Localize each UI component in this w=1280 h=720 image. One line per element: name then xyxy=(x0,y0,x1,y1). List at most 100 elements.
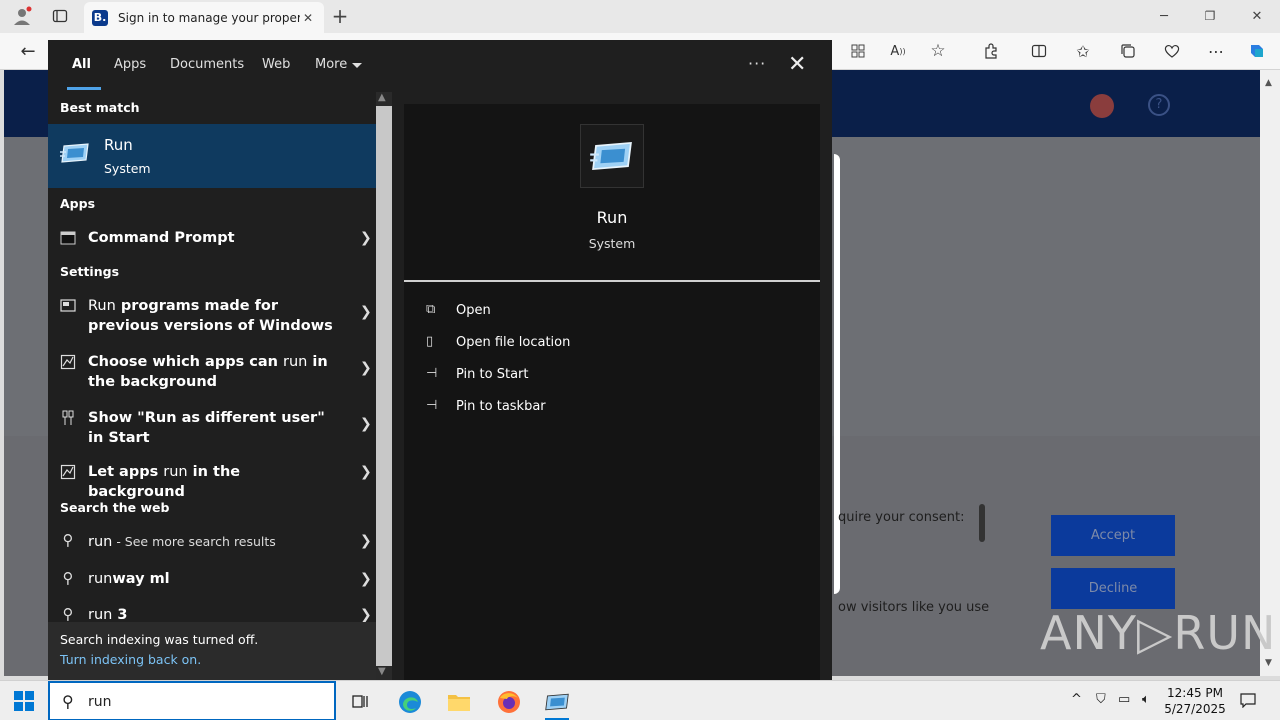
divider xyxy=(404,280,820,282)
copilot-icon[interactable] xyxy=(1245,40,1269,62)
command-prompt-icon xyxy=(60,231,76,245)
pin-icon: ⊣ xyxy=(426,398,438,413)
new-tab-icon[interactable]: + xyxy=(328,4,352,28)
open-icon: ⧉ xyxy=(426,302,436,317)
page-scrollbar[interactable]: ▲ ▼ xyxy=(1260,70,1280,676)
visitors-text: ow visitors like you use xyxy=(838,600,990,615)
chevron-right-icon[interactable]: ❯ xyxy=(360,464,372,480)
more-options-icon[interactable]: ··· xyxy=(748,54,766,73)
read-aloud-icon[interactable]: A)) xyxy=(886,40,910,62)
firefox-icon[interactable] xyxy=(491,685,527,719)
chevron-right-icon[interactable]: ❯ xyxy=(360,304,372,320)
list-item-command-prompt[interactable]: Command Prompt ❯ xyxy=(48,222,376,254)
scroll-up-icon[interactable]: ▲ xyxy=(1265,78,1272,88)
list-item-web-run-3[interactable]: ⚲ run 3 ❯ xyxy=(48,598,376,622)
best-match-run[interactable]: Run System xyxy=(48,124,376,188)
split-screen-icon[interactable] xyxy=(1027,40,1051,62)
system-clock[interactable]: 12:45 PM 5/27/2025 xyxy=(1160,685,1230,717)
file-explorer-icon[interactable] xyxy=(441,685,477,719)
list-item-label: programs made for previous versions of W… xyxy=(88,298,333,334)
search-input[interactable]: run xyxy=(88,694,112,710)
action-label: Pin to Start xyxy=(456,367,529,382)
action-label: Open file location xyxy=(456,335,571,350)
clock-date: 5/27/2025 xyxy=(1164,702,1226,716)
list-item-label: run xyxy=(88,607,113,622)
tab-more[interactable]: More xyxy=(315,57,347,72)
detail-title: Run xyxy=(596,208,628,227)
indexing-notice-text: Search indexing was turned off. xyxy=(60,632,259,647)
tab-apps[interactable]: Apps xyxy=(114,57,146,72)
tab-all[interactable]: All xyxy=(72,57,91,72)
list-item-label: Run xyxy=(88,298,116,314)
tab-actions-icon[interactable] xyxy=(48,5,72,27)
close-tab-icon[interactable]: ✕ xyxy=(300,11,316,25)
anyrun-watermark: ANY▷RUN xyxy=(1040,606,1277,660)
app-available-icon[interactable] xyxy=(846,40,870,62)
scroll-down-icon[interactable]: ▼ xyxy=(378,666,386,677)
list-item-web-run[interactable]: ⚲ run - See more search results ❯ xyxy=(48,524,376,558)
run-taskbar-icon[interactable] xyxy=(539,685,575,720)
list-item-label: way ml xyxy=(112,571,170,587)
chevron-right-icon[interactable]: ❯ xyxy=(360,416,372,432)
accept-button[interactable]: Accept xyxy=(1051,515,1175,556)
extensions-icon[interactable] xyxy=(979,40,1003,62)
background-apps-icon xyxy=(60,354,76,370)
taskbar-search-box[interactable]: ⚲ run xyxy=(48,681,336,720)
browser-essentials-icon[interactable] xyxy=(1160,40,1184,62)
start-search-panel: All Apps Documents Web More ··· ✕ Best m… xyxy=(48,40,832,680)
list-item-setting-let-apps-run[interactable]: Let apps run in the background ❯ xyxy=(48,456,376,500)
tab-documents[interactable]: Documents xyxy=(170,57,244,72)
security-icon[interactable]: ⛉ xyxy=(1096,692,1106,707)
chevron-right-icon[interactable]: ❯ xyxy=(360,230,372,246)
task-view-icon[interactable] xyxy=(342,685,378,719)
best-match-header: Best match xyxy=(60,100,140,115)
search-icon: ⚲ xyxy=(62,605,74,622)
restore-icon[interactable]: ❐ xyxy=(1198,5,1222,27)
profile-icon[interactable] xyxy=(10,5,34,27)
minimize-icon[interactable]: ─ xyxy=(1152,5,1176,27)
start-settings-icon xyxy=(62,410,74,425)
chevron-right-icon[interactable]: ❯ xyxy=(360,533,372,549)
consent-scrollbar[interactable] xyxy=(979,504,985,542)
scrollbar-thumb[interactable] xyxy=(376,106,392,666)
search-icon: ⚲ xyxy=(62,692,74,711)
consent-text: quire your consent: xyxy=(838,510,965,525)
volume-icon[interactable]: 🔈︎ xyxy=(1142,692,1150,707)
chevron-right-icon[interactable]: ❯ xyxy=(360,571,372,587)
language-flag-icon[interactable] xyxy=(1090,94,1114,118)
favorites-icon[interactable]: ✩ xyxy=(1071,40,1095,62)
turn-indexing-on-link[interactable]: Turn indexing back on. xyxy=(60,652,201,667)
list-item-setting-background-apps[interactable]: Choose which apps can run in the backgro… xyxy=(48,344,376,396)
more-options-icon[interactable]: ⋯ xyxy=(1204,40,1228,62)
list-item-web-runway[interactable]: ⚲ runway ml ❯ xyxy=(48,562,376,596)
collections-icon[interactable] xyxy=(1116,40,1140,62)
decline-button[interactable]: Decline xyxy=(1051,568,1175,609)
run-app-icon xyxy=(60,143,89,163)
action-pin-to-taskbar[interactable]: ⊣ Pin to taskbar xyxy=(426,396,726,420)
network-icon[interactable]: ▭ xyxy=(1118,692,1130,707)
browser-tab-active[interactable]: B. Sign in to manage your property ✕ xyxy=(84,2,324,33)
best-match-subtitle: System xyxy=(104,161,151,176)
close-icon[interactable]: ✕ xyxy=(788,52,806,77)
chevron-right-icon[interactable]: ❯ xyxy=(360,360,372,376)
show-hidden-icons-icon[interactable]: ^ xyxy=(1071,692,1082,707)
list-item-setting-run-as[interactable]: Show "Run as different user" in Start ❯ xyxy=(48,400,376,452)
chevron-right-icon[interactable]: ❯ xyxy=(360,607,372,622)
edge-icon[interactable] xyxy=(392,685,428,719)
help-icon[interactable]: ? xyxy=(1148,94,1170,116)
action-pin-to-start[interactable]: ⊣ Pin to Start xyxy=(426,364,726,388)
back-icon[interactable]: ← xyxy=(16,40,40,62)
tab-web[interactable]: Web xyxy=(262,57,290,72)
scroll-up-icon[interactable]: ▲ xyxy=(378,92,386,103)
results-scrollbar[interactable]: ▲ ▼ xyxy=(376,92,392,680)
windows-start-icon[interactable] xyxy=(14,691,34,711)
action-open-file-location[interactable]: ▯ Open file location xyxy=(426,332,726,356)
close-window-icon[interactable]: ✕ xyxy=(1245,5,1269,27)
list-item-setting-compat[interactable]: Run programs made for previous versions … xyxy=(48,288,376,340)
notifications-icon[interactable] xyxy=(1240,692,1256,712)
action-open[interactable]: ⧉ Open xyxy=(426,300,726,324)
consent-modal xyxy=(834,154,840,594)
chevron-down-icon xyxy=(352,63,362,68)
favorite-star-icon[interactable]: ☆ xyxy=(926,40,950,62)
clock-time: 12:45 PM xyxy=(1167,686,1223,700)
